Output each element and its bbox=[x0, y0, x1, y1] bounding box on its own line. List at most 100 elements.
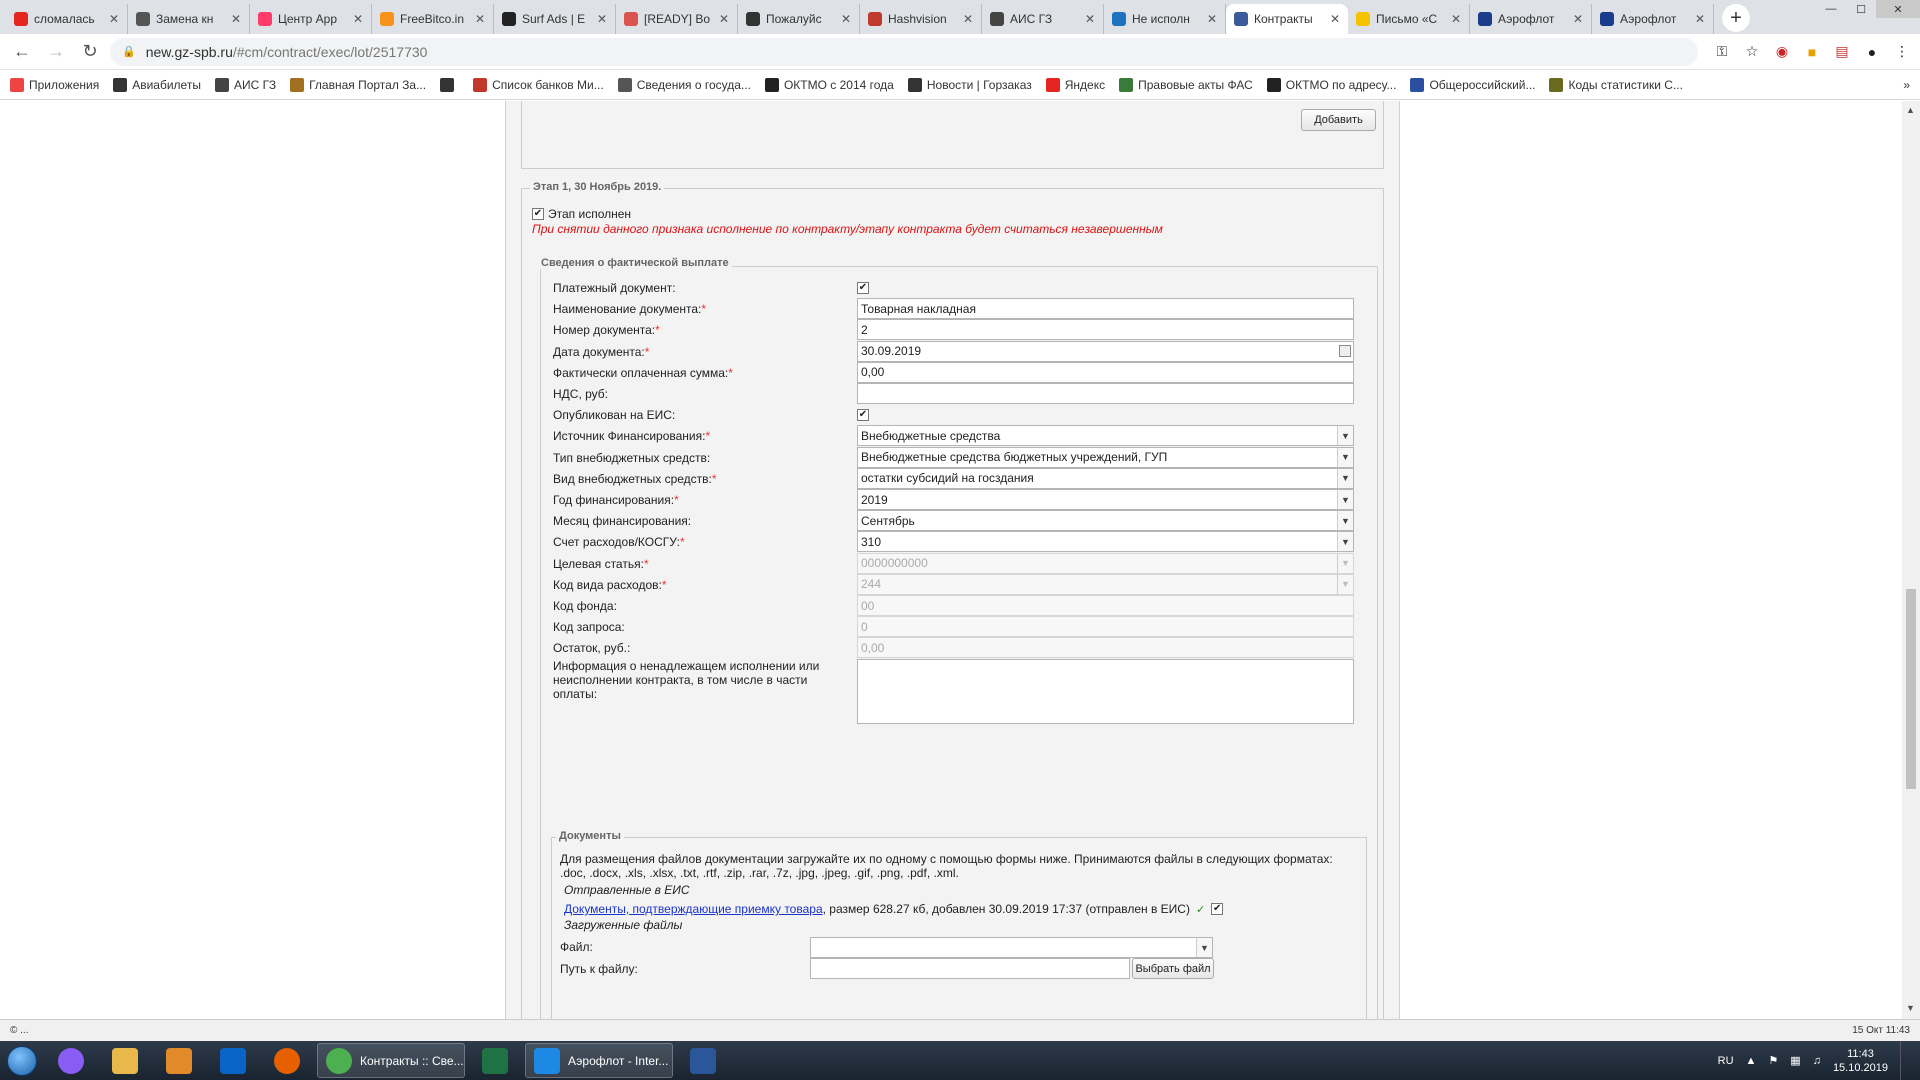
taskbar-alice[interactable] bbox=[47, 1043, 95, 1078]
taskbar-outlook[interactable] bbox=[209, 1043, 257, 1078]
taskbar-firefox[interactable] bbox=[263, 1043, 311, 1078]
browser-tab[interactable]: Аэрофлот ✕ bbox=[1470, 4, 1592, 34]
field-input[interactable]: 2 bbox=[857, 319, 1354, 341]
field-checkbox[interactable]: ✔ bbox=[857, 409, 869, 422]
browser-tab[interactable]: Письмо «С ✕ bbox=[1348, 4, 1470, 34]
page-scrollbar[interactable]: ▲ ▼ bbox=[1902, 101, 1920, 1019]
flag-icon[interactable]: ⚑ bbox=[1768, 1054, 1778, 1067]
browser-tab[interactable]: Не исполн ✕ bbox=[1104, 4, 1226, 34]
bookmark-item[interactable]: АИС ГЗ bbox=[214, 77, 276, 92]
language-indicator[interactable]: RU bbox=[1718, 1055, 1734, 1067]
account-icon[interactable]: ● bbox=[1862, 42, 1882, 62]
tab-close-icon[interactable]: ✕ bbox=[1573, 12, 1583, 26]
start-button[interactable] bbox=[0, 1041, 44, 1080]
calendar-icon[interactable] bbox=[1339, 344, 1351, 357]
tray-expand-icon[interactable]: ▲ bbox=[1746, 1055, 1757, 1067]
field-select[interactable]: 2019 ▼ bbox=[857, 489, 1354, 510]
bookmark-item[interactable]: Сведения о госуда... bbox=[617, 77, 751, 92]
bookmark-item[interactable]: Главная Портал За... bbox=[290, 77, 426, 92]
tab-close-icon[interactable]: ✕ bbox=[475, 12, 485, 26]
close-window-button[interactable]: ✕ bbox=[1876, 0, 1920, 18]
bookmark-item[interactable]: Общероссийский... bbox=[1410, 77, 1535, 92]
document-checkbox[interactable]: ✔ bbox=[1211, 903, 1224, 915]
browser-tab[interactable]: Surf Ads | E ✕ bbox=[494, 4, 616, 34]
add-button[interactable]: Добавить bbox=[1301, 109, 1376, 131]
taskbar-ie[interactable]: Аэрофлот - Inter... bbox=[525, 1043, 673, 1078]
minimize-button[interactable]: — bbox=[1816, 0, 1846, 18]
browser-tab[interactable]: сломалась ✕ bbox=[6, 4, 128, 34]
bookmark-item[interactable]: ОКТМО по адресу... bbox=[1266, 77, 1396, 92]
clock[interactable]: 11:43 15.10.2019 bbox=[1833, 1047, 1888, 1075]
tab-close-icon[interactable]: ✕ bbox=[1085, 12, 1095, 26]
browser-tab[interactable]: Аэрофлот ✕ bbox=[1592, 4, 1714, 34]
tab-close-icon[interactable]: ✕ bbox=[231, 12, 241, 26]
bookmark-item[interactable]: Коды статистики С... bbox=[1549, 77, 1683, 92]
new-tab-button[interactable]: + bbox=[1722, 4, 1750, 32]
stage-done-checkbox[interactable]: ✔ bbox=[532, 208, 544, 220]
taskbar-explorer[interactable] bbox=[101, 1043, 149, 1078]
key-icon[interactable]: ⚿ bbox=[1712, 42, 1732, 62]
bookmark-item[interactable]: Приложения bbox=[10, 77, 99, 92]
extension-flag-icon[interactable]: ■ bbox=[1802, 42, 1822, 62]
forward-button[interactable]: → bbox=[42, 38, 70, 66]
field-select[interactable]: Внебюджетные средства бюджетных учрежден… bbox=[857, 446, 1354, 468]
tab-close-icon[interactable]: ✕ bbox=[597, 12, 607, 26]
taskbar-media[interactable] bbox=[155, 1043, 203, 1078]
browser-tab[interactable]: [READY] Bo ✕ bbox=[616, 4, 738, 34]
bookmark-item[interactable] bbox=[440, 77, 459, 92]
tab-close-icon[interactable]: ✕ bbox=[841, 12, 851, 26]
tab-close-icon[interactable]: ✕ bbox=[1451, 12, 1461, 26]
taskbar-excel[interactable] bbox=[471, 1043, 519, 1078]
browser-tab[interactable]: Hashvision ✕ bbox=[860, 4, 982, 34]
info-textarea[interactable] bbox=[857, 659, 1354, 724]
document-link[interactable]: Документы, подтверждающие приемку товара bbox=[564, 902, 823, 916]
volume-icon[interactable]: ♫ bbox=[1813, 1055, 1821, 1067]
star-icon[interactable]: ☆ bbox=[1742, 42, 1762, 62]
field-checkbox[interactable]: ✔ bbox=[857, 282, 869, 294]
taskbar-word[interactable] bbox=[679, 1043, 727, 1078]
maximize-button[interactable]: ☐ bbox=[1846, 0, 1876, 18]
address-bar[interactable]: 🔒 new.gz-spb.ru/#cm/contract/exec/lot/25… bbox=[110, 37, 1698, 66]
file-path-input[interactable] bbox=[810, 958, 1130, 979]
field-input[interactable] bbox=[857, 383, 1354, 404]
browser-tab[interactable]: АИС ГЗ ✕ bbox=[982, 4, 1104, 34]
scroll-down-icon[interactable]: ▼ bbox=[1906, 1003, 1915, 1013]
scroll-up-icon[interactable]: ▲ bbox=[1906, 105, 1915, 115]
field-input[interactable]: Товарная накладная bbox=[857, 298, 1354, 320]
field-select[interactable]: остатки субсидий на госздания ▼ bbox=[857, 467, 1354, 489]
browser-tab[interactable]: FreeBitco.in ✕ bbox=[372, 4, 494, 34]
menu-icon[interactable]: ⋮ bbox=[1892, 42, 1912, 62]
back-button[interactable]: ← bbox=[8, 38, 36, 66]
bookmark-item[interactable]: Новости | Горзаказ bbox=[907, 77, 1032, 92]
bookmarks-overflow-icon[interactable]: » bbox=[1903, 78, 1910, 92]
bookmark-item[interactable]: Яндекс bbox=[1045, 77, 1105, 92]
choose-file-button[interactable]: Выбрать файл bbox=[1132, 958, 1214, 979]
field-select[interactable]: 310 ▼ bbox=[857, 531, 1354, 553]
tab-close-icon[interactable]: ✕ bbox=[719, 12, 729, 26]
field-input[interactable]: 30.09.2019 bbox=[857, 340, 1354, 362]
browser-tab[interactable]: Пожалуйс ✕ bbox=[738, 4, 860, 34]
taskbar-chrome[interactable]: Контракты :: Све... bbox=[317, 1043, 465, 1078]
browser-tab[interactable]: Замена кн ✕ bbox=[128, 4, 250, 34]
browser-tab[interactable]: Центр App ✕ bbox=[250, 4, 372, 34]
scrollbar-thumb[interactable] bbox=[1906, 589, 1916, 789]
pdf-icon[interactable]: ▤ bbox=[1832, 42, 1852, 62]
show-desktop-button[interactable] bbox=[1900, 1041, 1908, 1080]
tab-close-icon[interactable]: ✕ bbox=[109, 12, 119, 26]
tab-close-icon[interactable]: ✕ bbox=[353, 12, 363, 26]
extension-icon[interactable]: ◉ bbox=[1772, 42, 1792, 62]
field-select[interactable]: Сентябрь ▼ bbox=[857, 510, 1354, 532]
tab-close-icon[interactable]: ✕ bbox=[1695, 12, 1705, 26]
browser-tab[interactable]: Контракты ✕ bbox=[1226, 4, 1348, 34]
field-input[interactable]: 0,00 bbox=[857, 361, 1354, 383]
bookmark-item[interactable]: Правовые акты ФАС bbox=[1119, 77, 1253, 92]
file-select[interactable]: ▼ bbox=[810, 937, 1213, 958]
network-icon[interactable]: ▦ bbox=[1790, 1054, 1800, 1067]
bookmark-item[interactable]: Список банков Ми... bbox=[473, 77, 604, 92]
tab-close-icon[interactable]: ✕ bbox=[1330, 12, 1340, 26]
tab-close-icon[interactable]: ✕ bbox=[963, 12, 973, 26]
reload-button[interactable]: ↻ bbox=[76, 38, 104, 66]
bookmark-item[interactable]: Авиабилеты bbox=[113, 77, 201, 92]
bookmark-item[interactable]: ОКТМО с 2014 года bbox=[764, 77, 894, 92]
field-select[interactable]: Внебюджетные средства ▼ bbox=[857, 425, 1354, 447]
